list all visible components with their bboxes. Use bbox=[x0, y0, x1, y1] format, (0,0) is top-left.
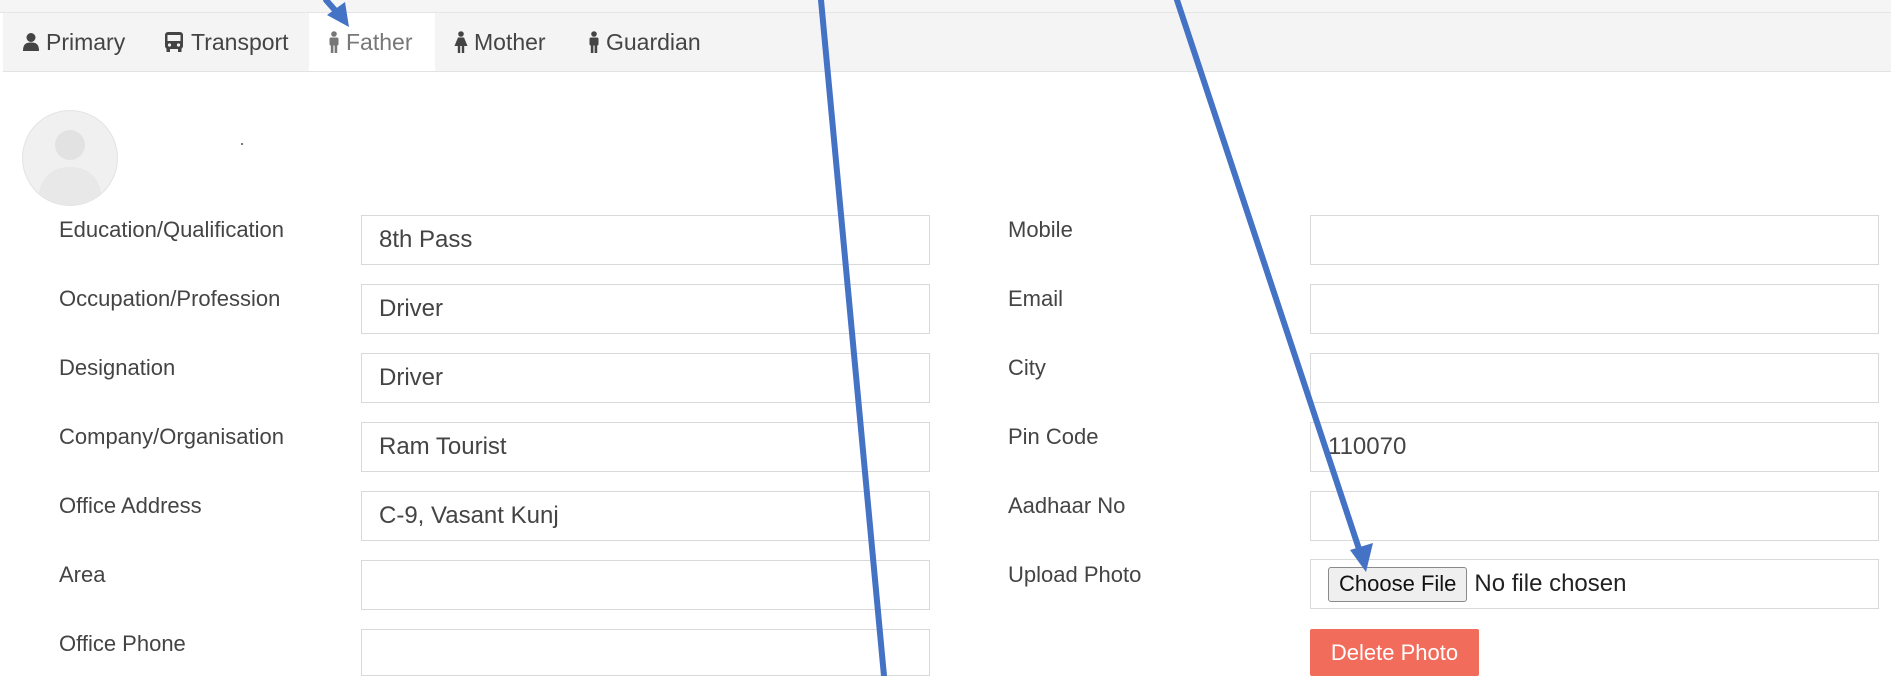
company-field[interactable]: Ram Tourist bbox=[361, 422, 930, 472]
tab-guardian[interactable]: Guardian bbox=[569, 13, 720, 71]
company-label: Company/Organisation bbox=[59, 424, 285, 449]
tab-label: Transport bbox=[191, 28, 289, 55]
profile-name bbox=[241, 143, 243, 145]
email-field[interactable] bbox=[1310, 284, 1879, 334]
tab-label: Father bbox=[346, 28, 413, 55]
designation-field[interactable]: Driver bbox=[361, 353, 930, 403]
tab-transport[interactable]: Transport bbox=[144, 13, 308, 71]
tab-label: Primary bbox=[46, 28, 126, 55]
user-icon bbox=[23, 33, 39, 51]
male-icon bbox=[329, 31, 339, 53]
city-field[interactable] bbox=[1310, 353, 1879, 403]
designation-label: Designation bbox=[59, 355, 176, 380]
tab-mother[interactable]: Mother bbox=[435, 13, 565, 71]
office-phone-field[interactable] bbox=[361, 629, 930, 676]
file-upload-field: Choose File No file chosen bbox=[1310, 559, 1879, 609]
tab-bar: Primary Transport Father Mother Guardian bbox=[3, 13, 1891, 72]
occupation-field[interactable]: Driver bbox=[361, 284, 930, 334]
mobile-field[interactable] bbox=[1310, 215, 1879, 265]
pin-code-label: Pin Code bbox=[1008, 424, 1099, 449]
tab-label: Guardian bbox=[606, 28, 701, 55]
tab-label: Mother bbox=[474, 28, 546, 55]
avatar bbox=[22, 110, 118, 206]
aadhaar-label: Aadhaar No bbox=[1008, 493, 1126, 518]
office-phone-label: Office Phone bbox=[59, 631, 186, 656]
tab-primary[interactable]: Primary bbox=[3, 13, 144, 71]
delete-photo-button[interactable]: Delete Photo bbox=[1310, 629, 1479, 676]
city-label: City bbox=[1008, 355, 1046, 380]
male-icon bbox=[589, 31, 599, 53]
tab-father[interactable]: Father bbox=[309, 13, 435, 71]
occupation-label: Occupation/Profession bbox=[59, 286, 281, 311]
pin-code-field[interactable]: 110070 bbox=[1310, 422, 1879, 472]
office-address-label: Office Address bbox=[59, 493, 202, 518]
choose-file-button[interactable]: Choose File bbox=[1328, 566, 1468, 602]
bus-icon bbox=[165, 32, 183, 52]
email-label: Email bbox=[1008, 286, 1064, 311]
area-field[interactable] bbox=[361, 560, 930, 610]
mobile-label: Mobile bbox=[1008, 217, 1073, 242]
top-strip bbox=[0, 0, 1891, 13]
aadhaar-field[interactable] bbox=[1310, 491, 1879, 541]
file-status-text: No file chosen bbox=[1474, 570, 1627, 597]
office-address-field[interactable]: C-9, Vasant Kunj bbox=[361, 491, 930, 541]
education-label: Education/Qualification bbox=[59, 217, 285, 242]
area-label: Area bbox=[59, 562, 106, 587]
upload-photo-label: Upload Photo bbox=[1008, 562, 1142, 587]
person-silhouette-icon bbox=[37, 130, 103, 205]
education-field[interactable]: 8th Pass bbox=[361, 215, 930, 265]
female-icon bbox=[454, 31, 468, 53]
